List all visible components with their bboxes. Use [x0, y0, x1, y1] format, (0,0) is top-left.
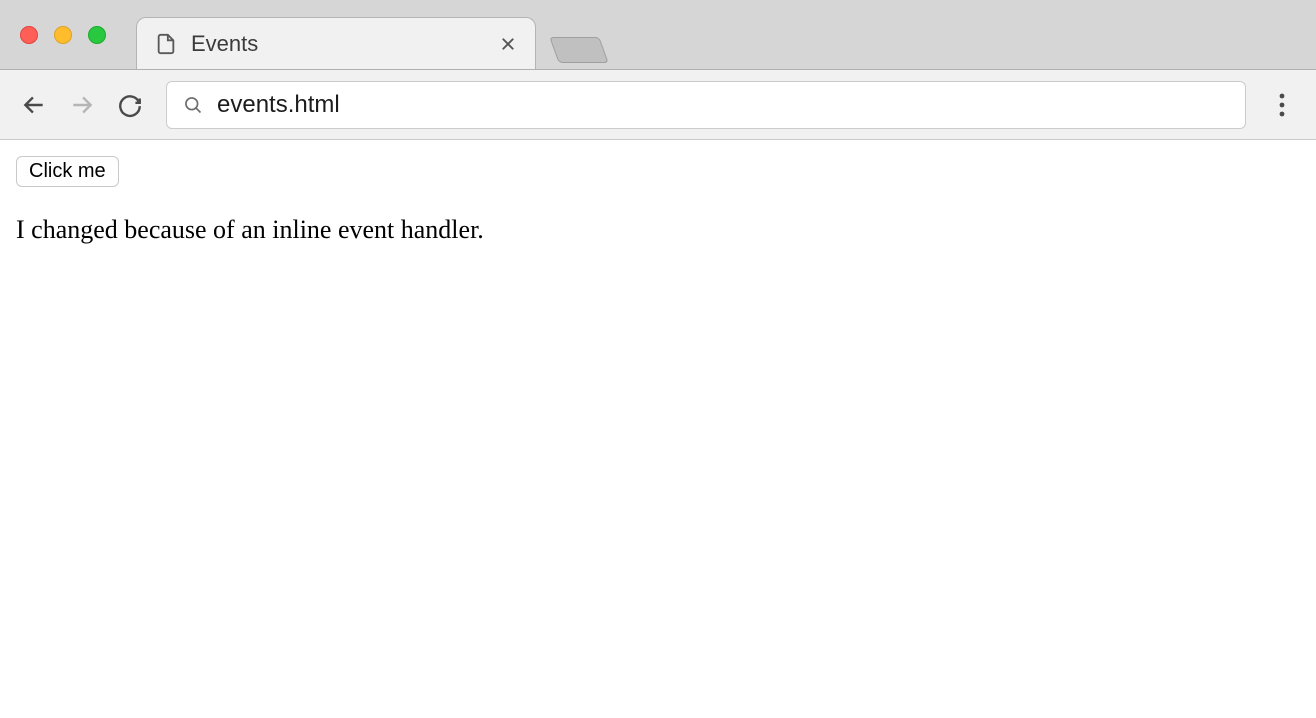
tab-close-button[interactable] [499, 35, 517, 53]
window-maximize-button[interactable] [88, 26, 106, 44]
search-icon [183, 95, 203, 115]
browser-tab-strip: Events [0, 0, 1316, 70]
profile-area [1294, 26, 1316, 44]
file-icon [155, 33, 177, 55]
window-minimize-button[interactable] [54, 26, 72, 44]
window-controls [0, 26, 106, 44]
browser-tab[interactable]: Events [136, 17, 536, 69]
browser-toolbar [0, 70, 1316, 140]
click-me-button[interactable]: Click me [16, 156, 119, 187]
new-tab-button[interactable] [549, 37, 608, 63]
browser-menu-button[interactable] [1262, 85, 1302, 125]
page-viewport: Click me I changed because of an inline … [0, 140, 1316, 261]
tab-title: Events [191, 31, 499, 57]
reload-button[interactable] [110, 85, 150, 125]
window-close-button[interactable] [20, 26, 38, 44]
result-paragraph: I changed because of an inline event han… [16, 215, 1300, 245]
address-bar[interactable] [166, 81, 1246, 129]
url-input[interactable] [217, 91, 1229, 119]
back-button[interactable] [14, 85, 54, 125]
forward-button[interactable] [62, 85, 102, 125]
